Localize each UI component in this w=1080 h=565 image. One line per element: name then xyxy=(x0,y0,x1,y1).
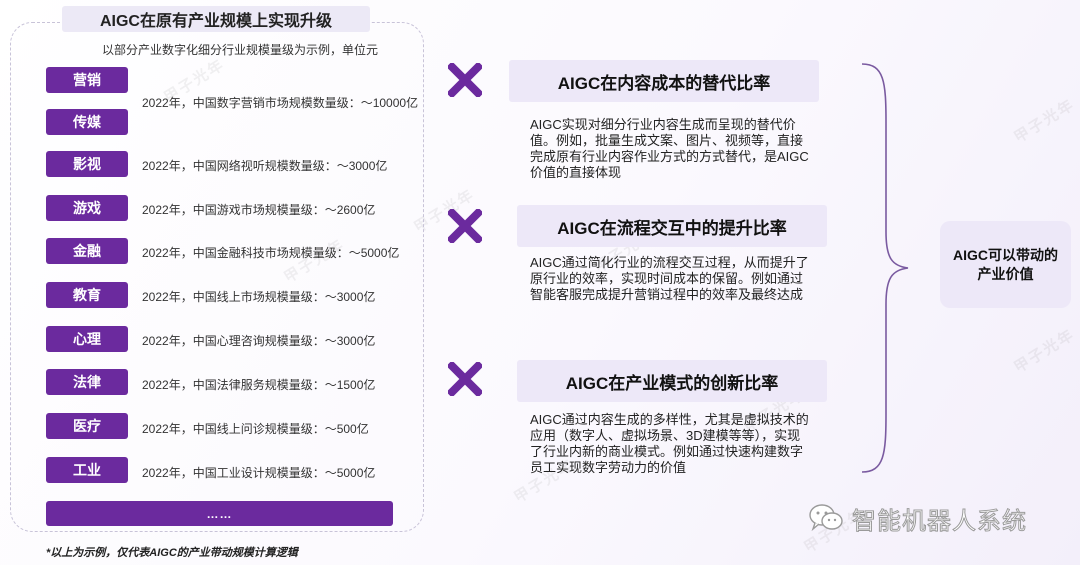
ratio-title-business-model: AIGC在产业模式的创新比率 xyxy=(517,360,827,402)
ratio-desc-content-cost: AIGC实现对细分行业内容生成而呈现的替代价值。例如，批量生成文案、图片、视频等… xyxy=(530,117,809,180)
industry-tag-industrial: 工业 xyxy=(46,457,128,483)
industry-desc-gaming: 2022年，中国游戏市场规模量级：～2600亿 xyxy=(142,203,376,217)
footnote: *以上为示例，仅代表AIGC的产业带动规模计算逻辑 xyxy=(46,547,298,559)
industry-tag-finance: 金融 xyxy=(46,238,128,264)
ratio-title-process: AIGC在流程交互中的提升比率 xyxy=(517,205,827,247)
ratio-desc-business-model: AIGC通过内容生成的多样性，尤其是虚拟技术的应用（数字人、虚拟场景、3D建模等… xyxy=(530,412,809,475)
watermark: 甲子光年 xyxy=(1010,325,1078,377)
industry-tag-education: 教育 xyxy=(46,282,128,308)
x-mark-icon xyxy=(448,63,482,97)
industry-panel-subtitle: 以部分产业数字化细分行业规模量级为示例，单位元 xyxy=(102,43,379,57)
industry-desc-film: 2022年，中国网络视听规模数量级：～3000亿 xyxy=(142,159,388,173)
industry-tag-medical: 医疗 xyxy=(46,413,128,439)
result-box: AIGC可以带动的 产业价值 xyxy=(940,221,1071,308)
industry-desc-psychology: 2022年，中国心理咨询规模量级：～3000亿 xyxy=(142,334,376,348)
ratio-desc-process: AIGC通过简化行业的流程交互过程，从而提升了原行业的效率，实现时间成本的保留。… xyxy=(530,255,809,302)
industry-tag-gaming: 游戏 xyxy=(46,195,128,221)
industry-tag-psychology: 心理 xyxy=(46,326,128,352)
industry-tag-media: 传媒 xyxy=(46,109,128,135)
source-mark: 智能机器人系统 xyxy=(808,500,1027,536)
result-line-2: 产业价值 xyxy=(977,265,1034,282)
watermark: 甲子光年 xyxy=(1010,95,1078,147)
x-mark-icon xyxy=(448,362,482,396)
x-mark-icon xyxy=(448,209,482,243)
industry-desc-marketing-media: 2022年，中国数字营销市场规模数量级：～10000亿 xyxy=(142,96,419,110)
result-line-1: AIGC可以带动的 xyxy=(953,246,1058,263)
industry-panel-title: AIGC在原有产业规模上实现升级 xyxy=(62,6,370,32)
industry-desc-education: 2022年，中国线上市场规模量级：～3000亿 xyxy=(142,290,376,304)
ratio-title-content-cost: AIGC在内容成本的替代比率 xyxy=(509,60,819,102)
source-mark-text: 智能机器人系统 xyxy=(852,507,1027,535)
industry-tag-film: 影视 xyxy=(46,151,128,177)
more-industries-bar: …… xyxy=(46,501,393,526)
industry-desc-law: 2022年，中国法律服务规模量级：～1500亿 xyxy=(142,378,376,392)
industry-desc-industrial: 2022年，中国工业设计规模量级：～5000亿 xyxy=(142,466,376,480)
industry-desc-finance: 2022年，中国金融科技市场规模量级：～5000亿 xyxy=(142,246,400,260)
industry-tag-marketing: 营销 xyxy=(46,67,128,93)
right-brace-icon xyxy=(861,63,909,473)
industry-desc-medical: 2022年，中国线上问诊规模量级：～500亿 xyxy=(142,422,369,436)
wechat-icon xyxy=(809,504,843,532)
industry-tag-law: 法律 xyxy=(46,369,128,395)
